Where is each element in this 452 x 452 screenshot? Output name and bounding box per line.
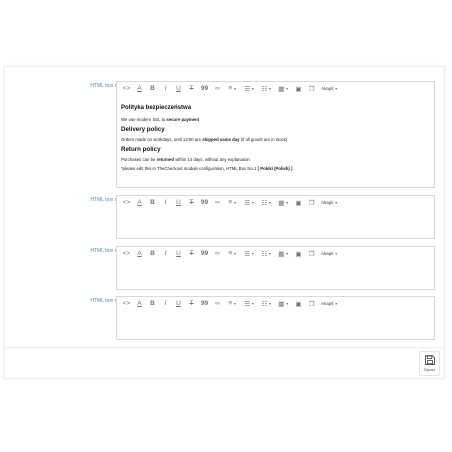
image-icon[interactable]: ▣ xyxy=(292,248,305,259)
font-color-icon[interactable]: A xyxy=(133,298,146,309)
media-icon[interactable]: ❐ xyxy=(305,248,318,259)
bold-icon[interactable]: B xyxy=(146,248,159,259)
align-dropdown-icon[interactable]: ≡ ▼ xyxy=(224,298,241,309)
html-box-2-editor[interactable]: <> A B I U T 99 ∞ ≡ ▼ ☰ ▼ ☷ ▼ ▦ ▼ ▣ ❐ Akapit… xyxy=(116,195,435,239)
blockquote-icon[interactable]: 99 xyxy=(198,248,211,259)
content-paragraph: *please edit this in TheCheckout module … xyxy=(121,166,293,171)
media-icon[interactable]: ❐ xyxy=(305,197,318,208)
blockquote-icon[interactable]: 99 xyxy=(198,197,211,208)
italic-icon[interactable]: I xyxy=(159,248,172,259)
link-icon[interactable]: ∞ xyxy=(211,248,224,259)
bullet-list-icon[interactable]: ☰ ▼ xyxy=(241,248,258,259)
align-dropdown-icon[interactable]: ≡ ▼ xyxy=(224,248,241,259)
bold-icon[interactable]: B xyxy=(146,298,159,309)
html-box-4-editor[interactable]: <> A B I U T 99 ∞ ≡ ▼ ☰ ▼ ☷ ▼ ▦ ▼ ▣ ❐ Akapit… xyxy=(116,296,435,340)
italic-icon[interactable]: I xyxy=(159,83,172,94)
code-view-icon[interactable]: <> xyxy=(120,298,133,309)
underline-icon[interactable]: U xyxy=(172,298,185,309)
content-heading: Polityka bezpieczeństwa xyxy=(121,105,192,111)
code-view-icon[interactable]: <> xyxy=(120,248,133,259)
blockquote-icon[interactable]: 99 xyxy=(198,298,211,309)
strikethrough-icon[interactable]: T xyxy=(185,83,198,94)
format-dropdown[interactable]: Akapit ▼ xyxy=(321,301,338,306)
underline-icon[interactable]: U xyxy=(172,197,185,208)
image-icon[interactable]: ▣ xyxy=(292,83,305,94)
bullet-list-icon[interactable]: ☰ ▼ xyxy=(241,298,258,309)
content-heading: Delivery policy xyxy=(121,126,165,133)
editor-toolbar: <> A B I U T 99 ∞ ≡ ▼ ☰ ▼ ☷ ▼ ▦ ▼ ▣ ❐ Akapit… xyxy=(117,82,434,95)
italic-icon[interactable]: I xyxy=(159,298,172,309)
blockquote-icon[interactable]: 99 xyxy=(198,83,211,94)
numbered-list-icon[interactable]: ☷ ▼ xyxy=(258,298,275,309)
italic-icon[interactable]: I xyxy=(159,197,172,208)
table-icon[interactable]: ▦ ▼ xyxy=(275,248,292,259)
image-icon[interactable]: ▣ xyxy=(292,298,305,309)
strikethrough-icon[interactable]: T xyxy=(185,298,198,309)
numbered-list-icon[interactable]: ☷ ▼ xyxy=(258,248,275,259)
table-icon[interactable]: ▦ ▼ xyxy=(275,298,292,309)
content-paragraph: Purchases can be returned within 14 days… xyxy=(121,157,250,162)
content-heading: Return policy xyxy=(121,146,161,153)
editor-toolbar: <> A B I U T 99 ∞ ≡ ▼ ☰ ▼ ☷ ▼ ▦ ▼ ▣ ❐ Akapit… xyxy=(117,297,434,310)
bold-icon[interactable]: B xyxy=(146,197,159,208)
format-dropdown[interactable]: Akapit ▼ xyxy=(321,251,338,256)
image-icon[interactable]: ▣ xyxy=(292,197,305,208)
bold-icon[interactable]: B xyxy=(146,83,159,94)
editor-content[interactable]: Polityka bezpieczeństwa We use modern SS… xyxy=(117,95,434,174)
numbered-list-icon[interactable]: ☷ ▼ xyxy=(258,197,275,208)
panel-footer-divider xyxy=(4,347,445,348)
strikethrough-icon[interactable]: T xyxy=(185,248,198,259)
align-dropdown-icon[interactable]: ≡ ▼ xyxy=(224,83,241,94)
bullet-list-icon[interactable]: ☰ ▼ xyxy=(241,83,258,94)
link-icon[interactable]: ∞ xyxy=(211,298,224,309)
floppy-disk-icon xyxy=(424,355,435,365)
html-box-3-editor[interactable]: <> A B I U T 99 ∞ ≡ ▼ ☰ ▼ ☷ ▼ ▦ ▼ ▣ ❐ Akapit… xyxy=(116,246,435,290)
bullet-list-icon[interactable]: ☰ ▼ xyxy=(241,197,258,208)
numbered-list-icon[interactable]: ☷ ▼ xyxy=(258,83,275,94)
link-icon[interactable]: ∞ xyxy=(211,83,224,94)
underline-icon[interactable]: U xyxy=(172,83,185,94)
font-color-icon[interactable]: A xyxy=(133,197,146,208)
underline-icon[interactable]: U xyxy=(172,248,185,259)
html-box-1-editor[interactable]: <> A B I U T 99 ∞ ≡ ▼ ☰ ▼ ☷ ▼ ▦ ▼ ▣ ❐ Akapit… xyxy=(116,81,435,188)
editor-toolbar: <> A B I U T 99 ∞ ≡ ▼ ☰ ▼ ☷ ▼ ▦ ▼ ▣ ❐ Akapit… xyxy=(117,196,434,209)
font-color-icon[interactable]: A xyxy=(133,83,146,94)
content-paragraph: Orders made on workdays, until 13:00 are… xyxy=(121,137,288,142)
strikethrough-icon[interactable]: T xyxy=(185,197,198,208)
code-view-icon[interactable]: <> xyxy=(120,197,133,208)
link-icon[interactable]: ∞ xyxy=(211,197,224,208)
editor-toolbar: <> A B I U T 99 ∞ ≡ ▼ ☰ ▼ ☷ ▼ ▦ ▼ ▣ ❐ Akapit… xyxy=(117,247,434,260)
content-paragraph: We use modern SSL to secure payment xyxy=(121,117,200,122)
save-button[interactable]: Zapisz xyxy=(419,351,440,376)
table-icon[interactable]: ▦ ▼ xyxy=(275,197,292,208)
code-view-icon[interactable]: <> xyxy=(120,83,133,94)
font-color-icon[interactable]: A xyxy=(133,248,146,259)
media-icon[interactable]: ❐ xyxy=(305,298,318,309)
table-icon[interactable]: ▦ ▼ xyxy=(275,83,292,94)
media-icon[interactable]: ❐ xyxy=(305,83,318,94)
save-label: Zapisz xyxy=(423,367,436,372)
format-dropdown[interactable]: Akapit ▼ xyxy=(321,86,338,91)
align-dropdown-icon[interactable]: ≡ ▼ xyxy=(224,197,241,208)
format-dropdown[interactable]: Akapit ▼ xyxy=(321,200,338,205)
